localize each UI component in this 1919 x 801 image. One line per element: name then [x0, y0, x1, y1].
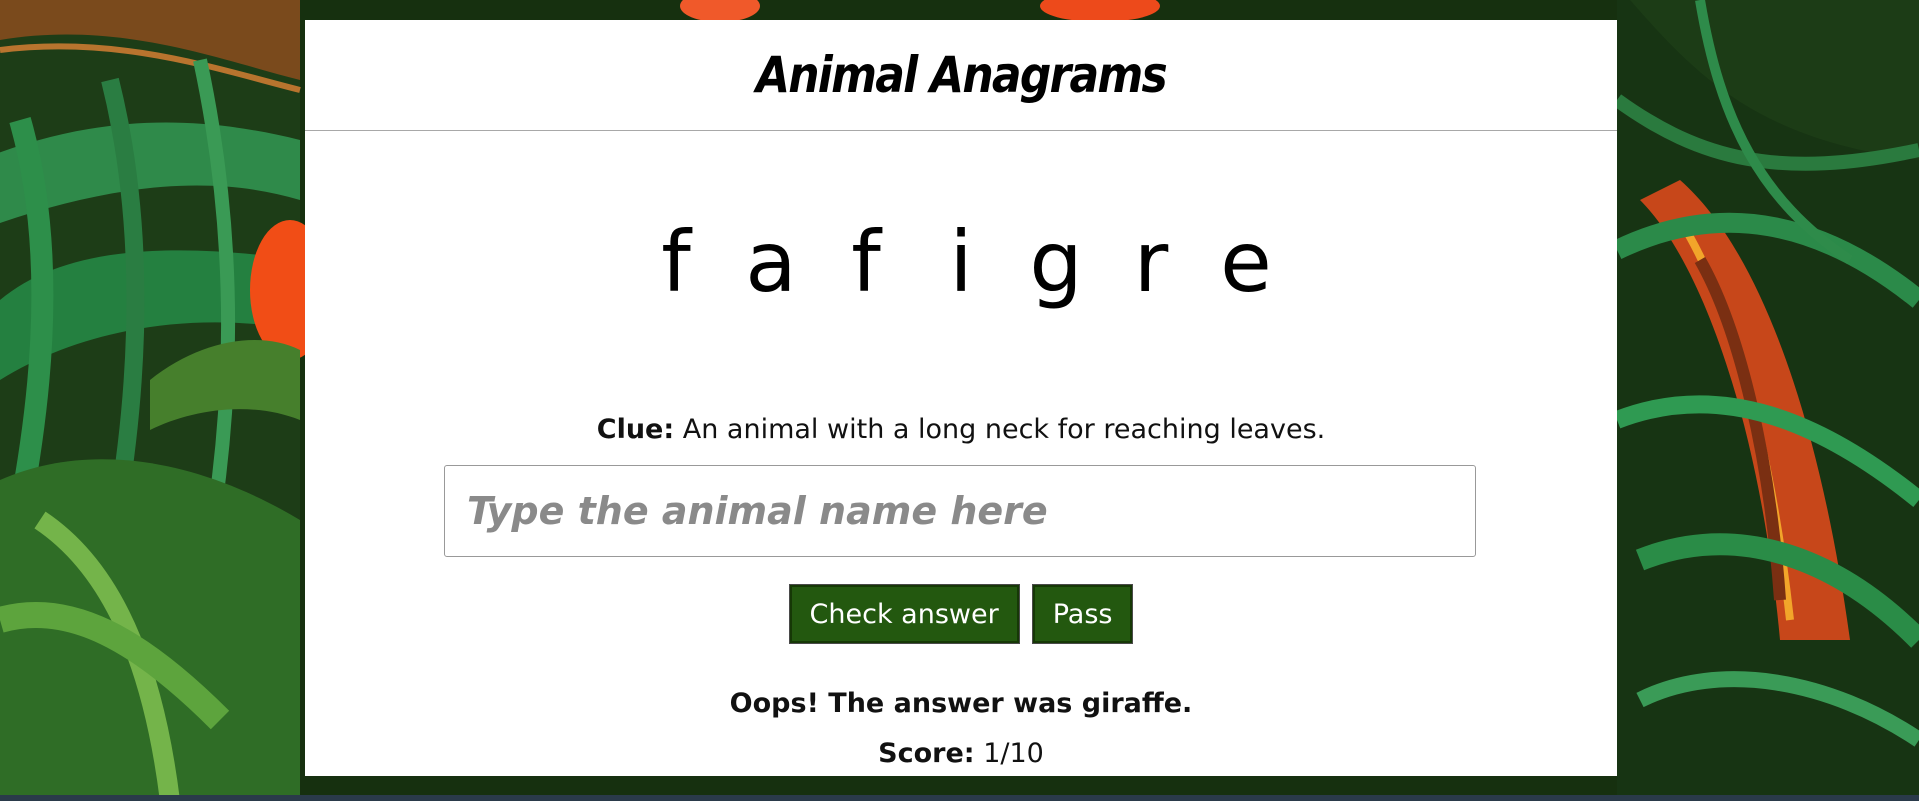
feedback-message: Oops! The answer was giraffe. [729, 688, 1193, 719]
check-answer-button[interactable]: Check answer [789, 585, 1019, 643]
header: Animal Anagrams [305, 20, 1617, 131]
score-value: 1/10 [983, 738, 1044, 769]
scrambled-letter: f [851, 213, 881, 311]
scrambled-letter: e [1220, 213, 1272, 311]
bottom-strip [0, 795, 1919, 801]
game-card: Animal Anagrams f a f i g r e Clue: An a… [305, 20, 1617, 776]
scrambled-letter: i [949, 213, 973, 311]
button-row: Check answer Pass [305, 585, 1617, 643]
clue-text: An animal with a long neck for reaching … [682, 414, 1326, 445]
scrambled-letter: a [745, 213, 797, 311]
answer-input[interactable] [444, 465, 1476, 557]
page-title: Animal Anagrams [756, 46, 1168, 104]
scrambled-letter: f [661, 213, 691, 311]
clue: Clue: An animal with a long neck for rea… [305, 414, 1617, 445]
pass-button[interactable]: Pass [1032, 585, 1133, 643]
score-label: Score: [878, 738, 975, 769]
scrambled-letter: g [1029, 213, 1083, 311]
scrambled-letter: r [1133, 213, 1169, 311]
score: Score: 1/10 [305, 738, 1617, 769]
clue-label: Clue: [596, 414, 675, 445]
scrambled-word: f a f i g r e [305, 212, 1617, 313]
